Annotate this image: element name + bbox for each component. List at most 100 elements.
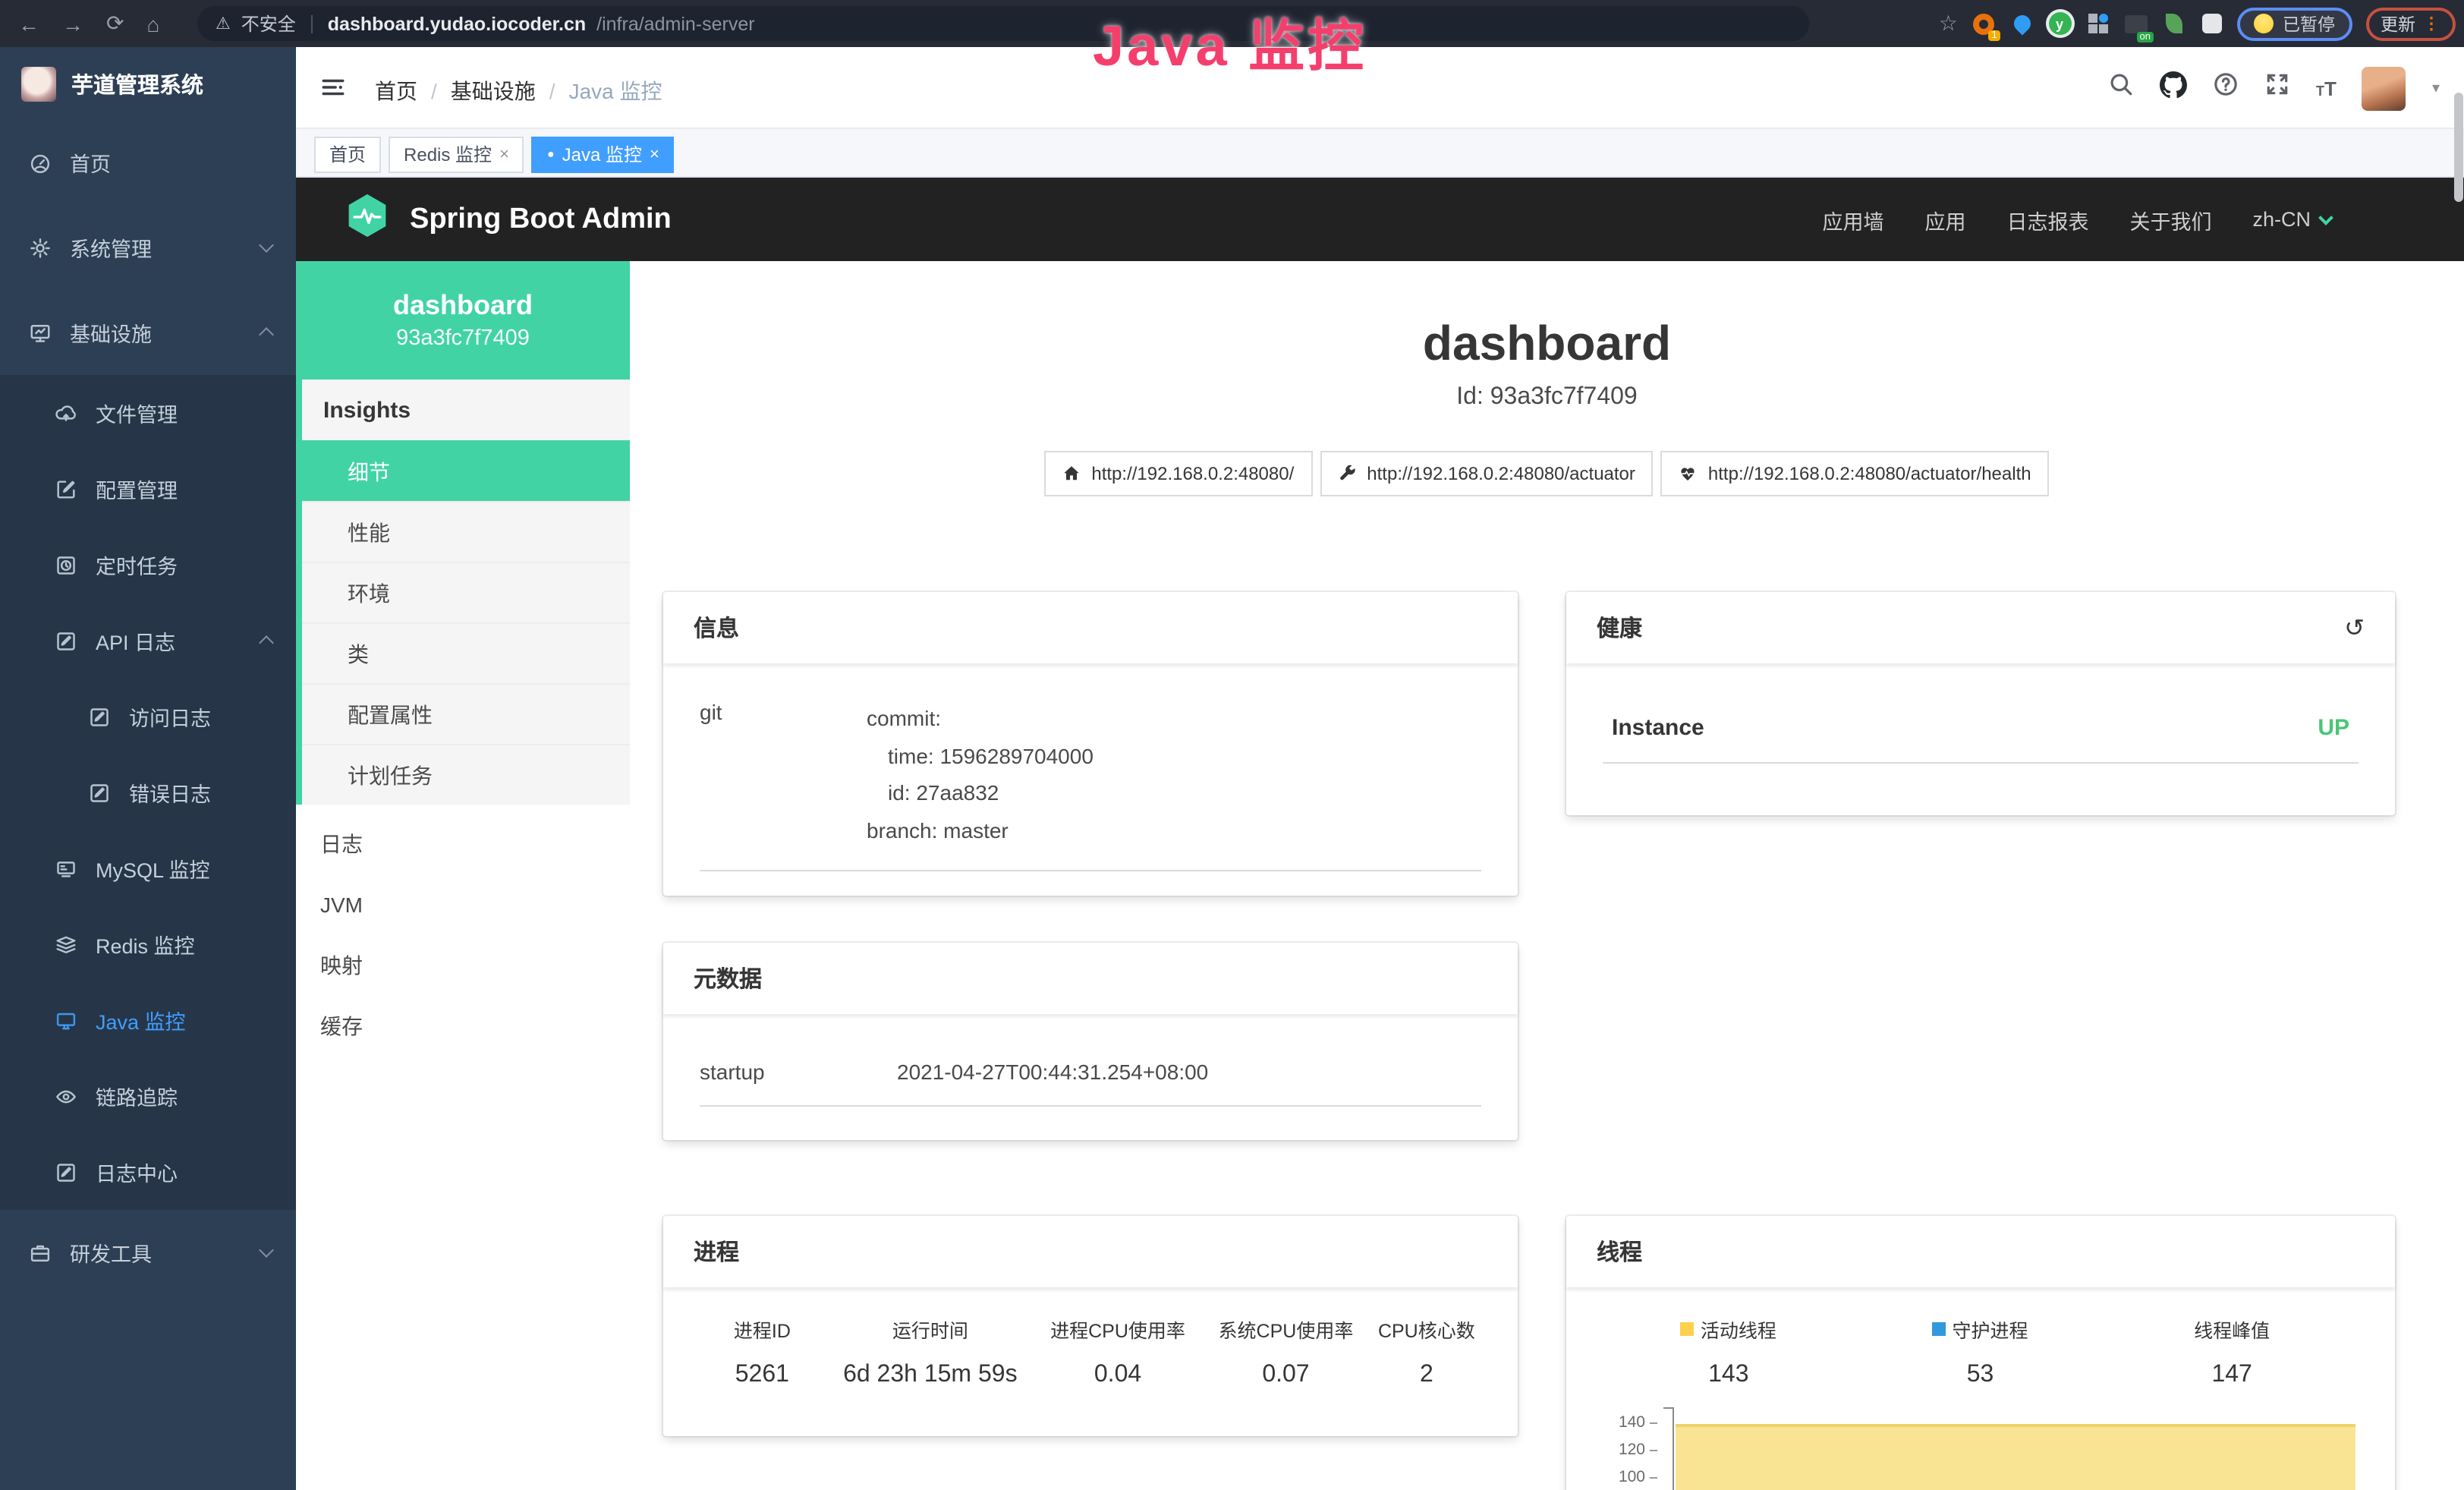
url-path: /infra/admin-server xyxy=(596,13,754,34)
sidebar-item-jobs[interactable]: 定时任务 xyxy=(0,527,296,603)
extension-y-icon[interactable]: y xyxy=(2047,11,2072,36)
chevron-down-icon xyxy=(259,1243,274,1258)
tab-java[interactable]: ●Java 监控× xyxy=(532,136,675,172)
emoji-face-icon xyxy=(2254,14,2274,33)
tab-bar: 首页 Redis 监控× ●Java 监控× xyxy=(296,129,2464,178)
info-card: 信息 git commit: time: 1596289704000 id: 2… xyxy=(663,592,1518,896)
sidebar-item-infra[interactable]: 基础设施 xyxy=(0,290,296,375)
paused-pill[interactable]: 已暂停 xyxy=(2237,7,2352,40)
page-header: 首页 / 基础设施 / Java 监控 TT ▾ xyxy=(296,47,2464,129)
sidebar-item-config[interactable]: 配置管理 xyxy=(0,451,296,527)
service-url-button[interactable]: http://192.168.0.2:48080/ xyxy=(1044,451,1312,496)
column-header: CPU核心数 xyxy=(1372,1315,1481,1344)
app-logo[interactable]: 芋道管理系统 xyxy=(0,47,296,120)
sidebar-item-error-log[interactable]: 错误日志 xyxy=(0,754,296,830)
sidebar-item-devtools[interactable]: 研发工具 xyxy=(0,1210,296,1295)
tab-redis[interactable]: Redis 监控× xyxy=(389,136,524,172)
legend-label: 活动线程 xyxy=(1701,1315,1776,1344)
sidebar-item-tracing[interactable]: 链路追踪 xyxy=(0,1058,296,1134)
back-icon[interactable]: ← xyxy=(18,11,39,36)
reload-icon[interactable]: ⟳ xyxy=(106,11,124,36)
extension-grid-icon[interactable] xyxy=(2085,11,2110,36)
stat-value: 53 xyxy=(1855,1362,2107,1389)
breadcrumb-home[interactable]: 首页 xyxy=(375,76,417,106)
hamburger-icon[interactable] xyxy=(320,74,346,108)
sba-item-mappings[interactable]: 映射 xyxy=(296,935,630,996)
sba-app-block[interactable]: dashboard 93a3fc7f7409 xyxy=(296,261,630,380)
sidebar-item-api-log[interactable]: API 日志 xyxy=(0,603,296,679)
sba-item-caches[interactable]: 缓存 xyxy=(296,996,630,1057)
forward-icon[interactable]: → xyxy=(62,11,83,36)
card-title: 进程 xyxy=(694,1236,739,1268)
kebab-menu-icon[interactable]: ⋮ xyxy=(2423,14,2440,33)
card-title: 健康 xyxy=(1597,612,1642,644)
breadcrumb-infra[interactable]: 基础设施 xyxy=(451,76,536,106)
close-icon[interactable]: × xyxy=(499,145,509,163)
sba-item-environment[interactable]: 环境 xyxy=(302,562,630,622)
sba-item-metrics[interactable]: 性能 xyxy=(302,501,630,562)
scrollbar-thumb[interactable] xyxy=(2453,93,2462,202)
sidebar-item-log-center[interactable]: 日志中心 xyxy=(0,1134,296,1210)
sidebar-item-home[interactable]: 首页 xyxy=(0,120,296,205)
sba-top-items: 日志 JVM 映射 缓存 xyxy=(296,805,630,1057)
sidebar-item-access-log[interactable]: 访问日志 xyxy=(0,679,296,754)
log-icon xyxy=(53,1161,77,1183)
layers-icon xyxy=(53,933,77,956)
log-icon xyxy=(53,629,77,652)
github-icon[interactable] xyxy=(2160,71,2187,106)
sba-logo-icon[interactable] xyxy=(345,193,390,246)
health-url-button[interactable]: http://192.168.0.2:48080/actuator/health xyxy=(1661,451,2050,496)
stat-value: 143 xyxy=(1603,1362,1855,1389)
tab-home[interactable]: 首页 xyxy=(314,136,381,172)
sba-item-logs[interactable]: 日志 xyxy=(296,814,630,874)
avatar[interactable] xyxy=(2362,66,2406,110)
sba-item-scheduled-tasks[interactable]: 计划任务 xyxy=(302,744,630,805)
sba-item-config-props[interactable]: 配置属性 xyxy=(302,683,630,744)
y-tick: 100 xyxy=(1619,1468,1645,1486)
extension-on-icon[interactable]: on xyxy=(2123,11,2148,36)
font-size-icon[interactable]: TT xyxy=(2316,77,2337,99)
extension-pin-icon[interactable] xyxy=(2009,11,2034,36)
sba-nav-about[interactable]: 关于我们 xyxy=(2129,204,2211,235)
bookmark-star-icon[interactable]: ☆ xyxy=(1939,11,1958,36)
sba-item-jvm[interactable]: JVM xyxy=(296,874,630,935)
card-title: 线程 xyxy=(1597,1236,1642,1268)
fullscreen-icon[interactable] xyxy=(2264,71,2290,105)
cloud-upload-icon xyxy=(53,402,77,424)
gauge-icon xyxy=(27,151,52,174)
extension-puzzle-icon[interactable] xyxy=(2199,11,2223,36)
sba-nav-wallboard[interactable]: 应用墙 xyxy=(1822,204,1883,235)
sidebar-item-system[interactable]: 系统管理 xyxy=(0,205,296,290)
chevron-up-icon xyxy=(259,327,274,342)
legend-daemon-icon xyxy=(1932,1322,1946,1336)
health-row[interactable]: Instance UP xyxy=(1603,691,2359,741)
security-label: 不安全 xyxy=(241,11,296,36)
active-dot-icon: ● xyxy=(547,147,555,161)
extension-leaf-icon[interactable] xyxy=(2161,11,2186,36)
sba-language-select[interactable]: zh-CN xyxy=(2252,208,2330,231)
history-icon[interactable]: ↺ xyxy=(2344,613,2365,643)
sba-item-details[interactable]: 细节 xyxy=(302,440,630,501)
cell-value: 5261 xyxy=(700,1362,825,1389)
legend-live-icon xyxy=(1681,1322,1695,1336)
card-title: 信息 xyxy=(694,612,739,644)
close-icon[interactable]: × xyxy=(650,145,659,163)
extension-donut-icon[interactable]: 1 xyxy=(1972,11,1996,36)
sidebar-item-java[interactable]: Java 监控 xyxy=(0,982,296,1058)
address-bar[interactable]: ⚠ 不安全 dashboard.yudao.iocoder.cn/infra/a… xyxy=(197,6,1808,41)
help-icon[interactable] xyxy=(2213,71,2239,105)
search-icon[interactable] xyxy=(2108,71,2134,105)
actuator-url-button[interactable]: http://192.168.0.2:48080/actuator xyxy=(1320,451,1654,496)
sba-brand[interactable]: Spring Boot Admin xyxy=(410,203,672,236)
sidebar-item-redis[interactable]: Redis 监控 xyxy=(0,906,296,982)
sidebar-item-files[interactable]: 文件管理 xyxy=(0,375,296,451)
sba-nav-journal[interactable]: 日志报表 xyxy=(2006,204,2088,235)
caret-down-icon[interactable]: ▾ xyxy=(2432,80,2440,96)
sba-nav-applications[interactable]: 应用 xyxy=(1924,204,1965,235)
home-icon[interactable]: ⌂ xyxy=(146,11,159,36)
update-button[interactable]: 更新⋮ xyxy=(2365,7,2455,40)
column-header: 进程ID xyxy=(700,1315,825,1344)
sba-item-classes[interactable]: 类 xyxy=(302,622,630,683)
page-scrollbar[interactable] xyxy=(2452,47,2464,1490)
sidebar-item-mysql[interactable]: MySQL 监控 xyxy=(0,830,296,906)
